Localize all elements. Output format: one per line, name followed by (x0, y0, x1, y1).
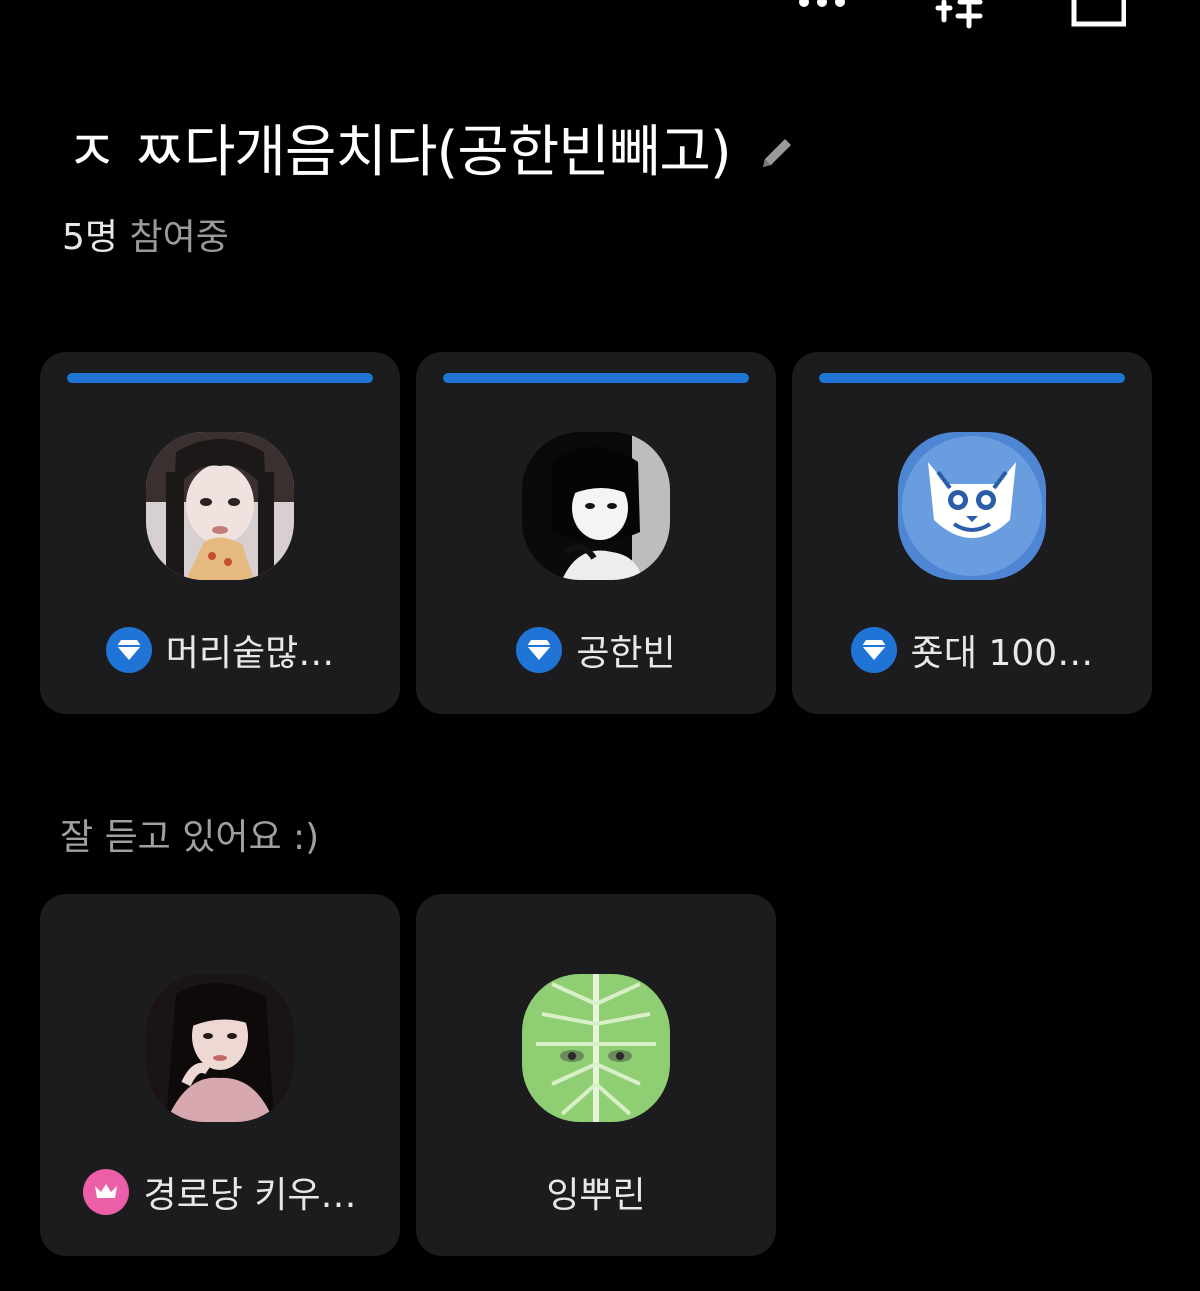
voice-room-screen: ㅈ ㅉ다개음치다(공한빈빼고) 5명 참여중 머리숱많… 공한빈 죳대 100…… (0, 0, 1200, 1291)
diamond-icon (850, 627, 897, 673)
avatar (522, 432, 670, 580)
speaker-card[interactable]: 머리숱많… (40, 352, 400, 714)
diamond-icon (516, 627, 563, 673)
speaking-indicator (67, 373, 373, 383)
diamond-icon (105, 627, 152, 673)
participant-number: 5명 (62, 217, 119, 258)
participant-count: 5명 참여중 (62, 208, 229, 260)
speaker-name-row: 머리숱많… (40, 625, 400, 675)
room-title: ㅈ ㅉ다개음치다(공한빈빼고) (66, 120, 732, 185)
room-title-row: ㅈ ㅉ다개음치다(공한빈빼고) (66, 118, 797, 188)
more-horizontal-icon[interactable] (792, 0, 852, 32)
avatar (146, 974, 294, 1122)
participant-suffix: 참여중 (118, 217, 229, 258)
crown-icon (83, 1169, 130, 1215)
listener-card[interactable]: 잉뿌린 (416, 894, 776, 1256)
listener-name: 잉뿌린 (546, 1175, 646, 1216)
listener-name-row: 경로당 키우… (40, 1167, 400, 1217)
pencil-icon[interactable] (757, 133, 797, 173)
listeners-label: 잘 듣고 있어요 :) (60, 817, 320, 858)
avatar (146, 432, 294, 580)
add-people-icon[interactable] (930, 0, 990, 32)
speaker-name: 죳대 100… (910, 633, 1094, 674)
speaking-indicator (443, 373, 749, 383)
speaker-card[interactable]: 공한빈 (416, 352, 776, 714)
speaker-name: 머리숱많… (165, 633, 335, 674)
speaker-name-row: 공한빈 (416, 625, 776, 675)
listener-card[interactable]: 경로당 키우… (40, 894, 400, 1256)
avatar (898, 432, 1046, 580)
minimize-icon[interactable] (1066, 0, 1127, 32)
speaking-indicator (819, 373, 1125, 383)
listener-name-row: 잉뿌린 (416, 1167, 776, 1217)
speaker-name-row: 죳대 100… (792, 625, 1152, 675)
avatar (522, 974, 670, 1122)
speaker-card[interactable]: 죳대 100… (792, 352, 1152, 714)
listener-name: 경로당 키우… (143, 1175, 357, 1216)
top-toolbar (0, 0, 1200, 32)
speaker-name: 공한빈 (576, 633, 676, 674)
